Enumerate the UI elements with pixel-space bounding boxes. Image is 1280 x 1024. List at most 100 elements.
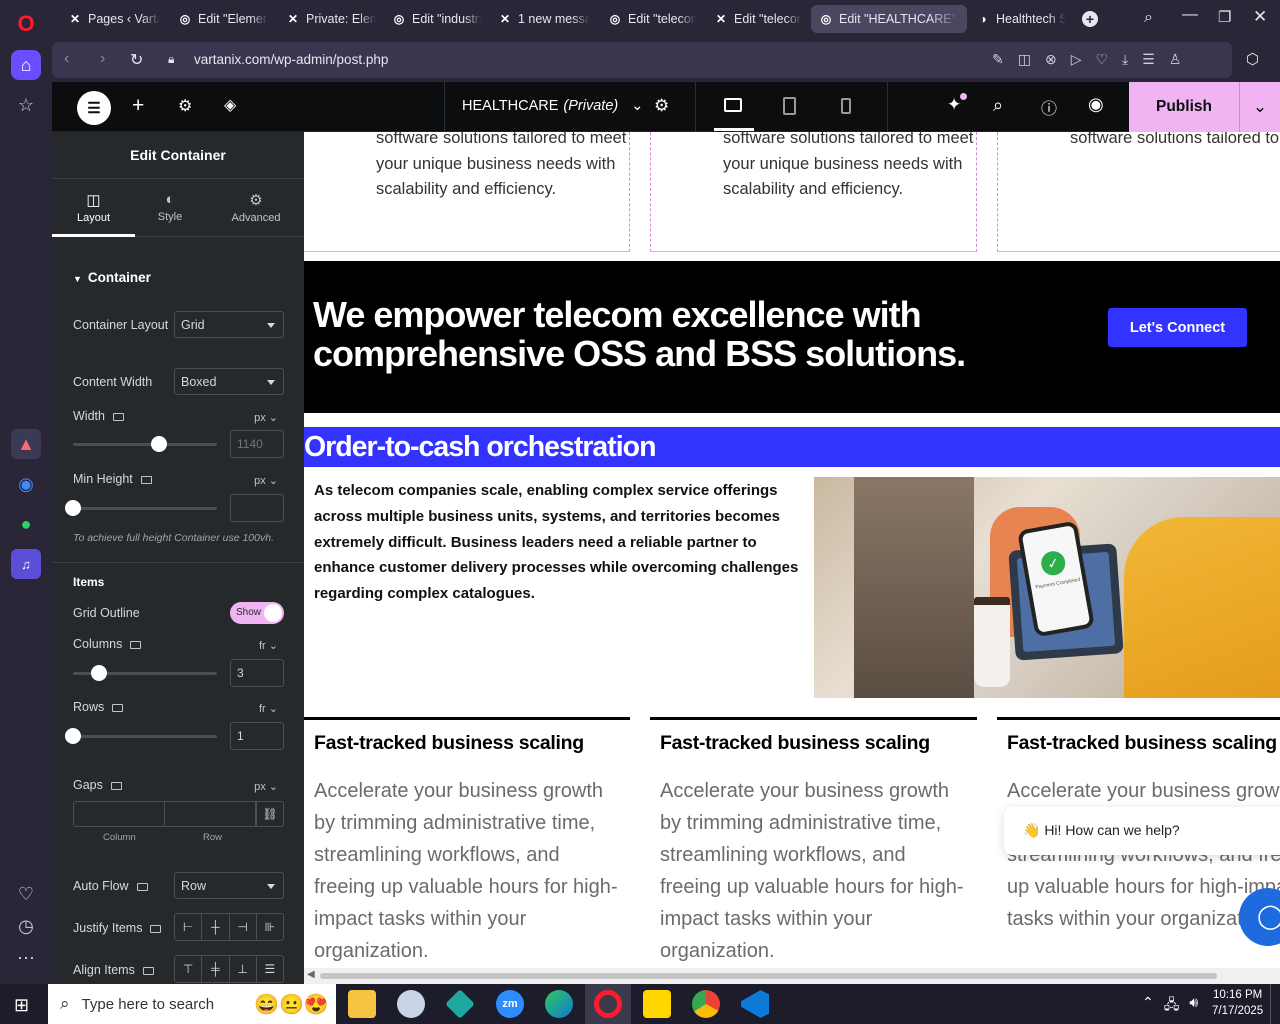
mobile-view-icon[interactable] — [841, 98, 851, 114]
network-icon[interactable]: 🖧︎ — [1164, 994, 1180, 1018]
page-name-dropdown[interactable]: HEALTHCARE (Private) ⌄ — [462, 98, 643, 114]
rows-unit[interactable]: fr ⌄ — [259, 702, 278, 715]
structure-layers-icon[interactable]: ◈ — [224, 95, 236, 115]
service-card[interactable]: software solutions tailored to meet your… — [304, 132, 630, 252]
desktop-device-icon[interactable] — [112, 412, 124, 421]
justify-stretch-icon[interactable]: ⊪ — [257, 914, 283, 940]
lets-connect-button[interactable]: Let's Connect — [1108, 308, 1247, 347]
gap-row-input[interactable] — [164, 801, 256, 827]
min-height-slider[interactable] — [65, 500, 217, 516]
gaps-unit[interactable]: px ⌄ — [254, 780, 278, 793]
desktop-device-icon[interactable] — [136, 882, 148, 891]
tablet-view-icon[interactable] — [783, 97, 796, 115]
preview-eye-icon[interactable]: ◉ — [1088, 94, 1104, 115]
site-settings-icon[interactable]: ⚙ — [178, 96, 192, 116]
justify-center-icon[interactable]: ┼ — [202, 914, 230, 940]
rows-input[interactable]: 1 — [230, 722, 284, 750]
columns-slider[interactable] — [73, 665, 217, 681]
send-icon[interactable]: ▷ — [1071, 51, 1082, 68]
desktop-device-icon[interactable] — [142, 966, 154, 975]
columns-input[interactable]: 3 — [230, 659, 284, 687]
opera-logo-icon[interactable]: O — [11, 9, 41, 39]
min-height-input[interactable] — [230, 494, 284, 522]
history-icon[interactable]: ◷ — [11, 911, 41, 941]
justify-end-icon[interactable]: ⊣ — [230, 914, 257, 940]
rows-slider[interactable] — [65, 728, 217, 744]
url-text[interactable]: vartanix.com/wp-admin/post.php — [194, 52, 388, 67]
publish-options-icon[interactable]: ⌄ — [1239, 82, 1280, 132]
tab-edit-healthcare[interactable]: ◎ Edit "HEALTHCARE" with — [811, 5, 967, 33]
align-stretch-icon[interactable]: ☰ — [257, 956, 283, 982]
align-center-icon[interactable]: ╪ — [202, 956, 230, 982]
vscode-icon[interactable] — [741, 990, 769, 1018]
paint-icon[interactable] — [397, 990, 425, 1018]
forward-icon[interactable]: › — [100, 50, 105, 68]
tab-advanced[interactable]: ⚙ Advanced — [220, 179, 292, 237]
heart-icon[interactable]: ♡ — [11, 879, 41, 909]
desktop-device-icon[interactable] — [150, 924, 162, 933]
add-element-icon[interactable]: + — [132, 94, 144, 118]
desktop-device-icon[interactable] — [110, 781, 122, 790]
width-slider-handle[interactable] — [151, 436, 168, 452]
columns-unit[interactable]: fr ⌄ — [259, 639, 278, 652]
width-input[interactable]: 1140 — [230, 430, 284, 458]
justify-start-icon[interactable]: ⊢ — [175, 914, 203, 940]
tab-edit-elementor[interactable]: ◎ Edit "Elementor — [170, 5, 276, 33]
min-height-unit[interactable]: px ⌄ — [254, 474, 278, 487]
horizontal-scrollbar[interactable]: ◀ — [304, 968, 1280, 984]
new-tab-icon[interactable]: + — [1082, 11, 1098, 27]
camera-icon[interactable]: ◫ — [1018, 51, 1031, 68]
service-card[interactable]: software solutions tailored to meet your… — [997, 132, 1280, 252]
aria-icon[interactable]: ▲ — [11, 429, 41, 459]
chrome-icon[interactable] — [692, 990, 720, 1018]
width-slider[interactable] — [73, 436, 217, 452]
tab-edit-telecom-2[interactable]: ✕ Edit "telecom — [706, 5, 810, 33]
close-window-icon[interactable]: ✕ — [1253, 7, 1267, 27]
messenger-icon[interactable]: ◉ — [11, 469, 41, 499]
scroll-left-icon[interactable]: ◀ — [307, 969, 315, 980]
page-settings-icon[interactable]: ⚙ — [654, 96, 669, 116]
auto-flow-select[interactable]: Row — [174, 872, 284, 899]
windows-start-icon[interactable]: ⊞ — [14, 995, 29, 1016]
chat-greeting-bubble[interactable]: 👋 Hi! How can we help? — [1004, 807, 1280, 855]
help-icon[interactable]: ⓘ — [1041, 95, 1057, 119]
desktop-device-icon[interactable] — [112, 703, 124, 712]
tab-healthtech[interactable]: ◑ Healthtech So — [968, 5, 1074, 33]
home-icon[interactable]: ⌂ — [11, 50, 41, 80]
back-icon[interactable]: ‹ — [64, 50, 69, 68]
edge-icon[interactable] — [545, 990, 573, 1018]
scrollbar-thumb[interactable] — [320, 973, 1217, 979]
file-explorer-icon[interactable] — [348, 990, 376, 1018]
link-values-icon[interactable]: ⛓ — [256, 801, 284, 827]
service-card[interactable]: software solutions tailored to meet your… — [650, 132, 977, 252]
heart-outline-icon[interactable]: ♡ — [1095, 51, 1108, 68]
align-start-icon[interactable]: ⊤ — [175, 956, 203, 982]
reload-icon[interactable]: ↻ — [130, 50, 143, 70]
notes-icon[interactable]: ✦ — [947, 95, 961, 115]
address-bar[interactable]: ‹ › ↻ 🔒︎ vartanix.com/wp-admin/post.php … — [52, 42, 1232, 78]
columns-slider-handle[interactable] — [91, 665, 107, 681]
chevron-up-icon[interactable]: ⌃ — [1142, 994, 1154, 1018]
shield-icon[interactable]: ⊗ — [1045, 51, 1057, 68]
clock[interactable]: 10:16 PM 7/17/2025 — [1212, 987, 1263, 1019]
tab-pages[interactable]: ✕ Pages ‹ Vartanix — [60, 5, 168, 33]
opera-taskbar-icon[interactable] — [594, 990, 622, 1018]
container-layout-select[interactable]: Grid — [174, 311, 284, 338]
width-unit[interactable]: px ⌄ — [254, 411, 278, 424]
volume-icon[interactable]: 🔊︎ — [1189, 994, 1198, 1018]
gap-column-input[interactable] — [73, 801, 165, 827]
elementor-logo-icon[interactable]: ☰ — [77, 91, 111, 125]
app-icon[interactable] — [445, 989, 475, 1019]
rows-slider-handle[interactable] — [65, 728, 81, 744]
sticky-notes-icon[interactable] — [643, 990, 671, 1018]
taskbar-search[interactable]: ⌕ Type here to search 😄😐😍 — [48, 984, 336, 1024]
extensions-icon[interactable]: ⬡ — [1246, 50, 1259, 68]
tab-new-message[interactable]: ✕ 1 new message — [490, 5, 598, 33]
easy-setup-icon[interactable]: ☰ — [1142, 51, 1155, 68]
restore-icon[interactable]: ❐ — [1218, 8, 1231, 26]
grid-outline-toggle[interactable]: Show — [230, 602, 284, 624]
section-container-toggle[interactable]: ▼ Container — [73, 270, 151, 285]
tab-edit-telecom-1[interactable]: ◎ Edit "telecom — [600, 5, 704, 33]
tab-style[interactable]: ◐ Style — [135, 179, 205, 237]
whatsapp-icon[interactable]: ● — [11, 509, 41, 539]
